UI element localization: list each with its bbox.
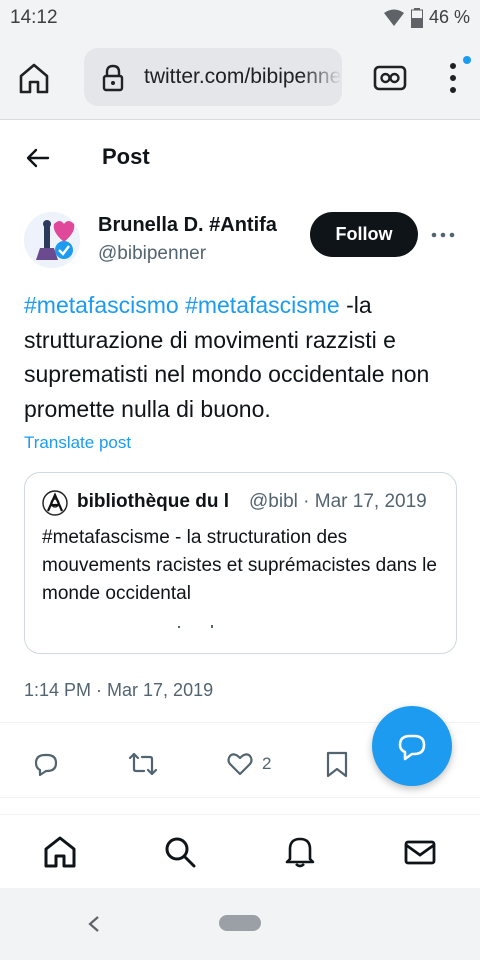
heart-icon: [227, 753, 253, 776]
quoted-author-name: bibliothèque du l: [77, 491, 229, 512]
like-button[interactable]: 2: [226, 748, 271, 780]
follow-button[interactable]: Follow: [310, 212, 418, 257]
overflow-menu-icon[interactable]: [446, 58, 460, 98]
tweet-text: #metafascismo #metafascisme -la struttur…: [24, 288, 454, 426]
page-title: Post: [102, 144, 150, 169]
quoted-avatar: [42, 490, 68, 516]
hashtag-link[interactable]: #metafascisme: [185, 292, 340, 318]
update-badge: [463, 56, 471, 64]
post-header: Post: [0, 128, 480, 186]
url-fade: [302, 48, 342, 106]
status-right: 46 %: [383, 7, 470, 28]
nav-home-icon[interactable]: [43, 835, 77, 869]
chat-bubble-icon: [398, 734, 426, 761]
wifi-icon: [383, 9, 404, 26]
bookmark-icon: [326, 751, 348, 778]
nav-search-icon[interactable]: [163, 835, 197, 869]
lock-icon[interactable]: [102, 64, 124, 92]
reply-icon: [34, 753, 58, 777]
status-time: 14:12: [10, 7, 58, 28]
tab-switcher-icon[interactable]: [373, 64, 407, 92]
post-timestamp[interactable]: 1:14 PM · Mar 17, 2019: [24, 680, 213, 701]
home-icon[interactable]: [16, 60, 52, 96]
avatar[interactable]: [24, 212, 80, 268]
status-bar: 14:12 46 %: [0, 0, 480, 36]
nav-notifications-icon[interactable]: [283, 835, 317, 869]
system-navigation-bar: [0, 888, 480, 960]
translate-post-link[interactable]: Translate post: [24, 433, 131, 453]
address-bar[interactable]: twitter.com/bibipenner: [84, 48, 342, 106]
system-back-icon[interactable]: [86, 914, 102, 934]
quoted-tweet-card[interactable]: bibliothèque du l @bibl · Mar 17, 2019 #…: [24, 472, 457, 654]
reply-button[interactable]: [32, 748, 60, 780]
browser-toolbar: twitter.com/bibipenner: [0, 36, 480, 120]
more-options-icon[interactable]: [430, 222, 456, 248]
hashtag-link[interactable]: #metafascismo: [24, 292, 179, 318]
author-name[interactable]: Brunella D. #Antifa: [98, 214, 277, 237]
truncated-text-remnant: [178, 625, 213, 628]
repost-icon: [128, 752, 158, 776]
battery-icon: [410, 7, 423, 28]
bookmark-button[interactable]: [324, 748, 350, 780]
battery-percent: 46 %: [428, 7, 470, 27]
quoted-handle-date: @bibl · Mar 17, 2019: [249, 491, 427, 512]
repost-button[interactable]: [128, 748, 158, 780]
like-count: 2: [262, 754, 272, 773]
nav-messages-icon[interactable]: [403, 835, 437, 869]
compose-reply-fab[interactable]: [372, 706, 452, 786]
system-home-pill[interactable]: [219, 915, 261, 931]
back-arrow-icon[interactable]: [24, 144, 52, 172]
divider: [0, 797, 480, 798]
bottom-navigation: [0, 814, 480, 888]
author-handle[interactable]: @bibipenner: [98, 243, 206, 265]
quoted-text: #metafascisme - la structuration des mou…: [42, 527, 437, 604]
